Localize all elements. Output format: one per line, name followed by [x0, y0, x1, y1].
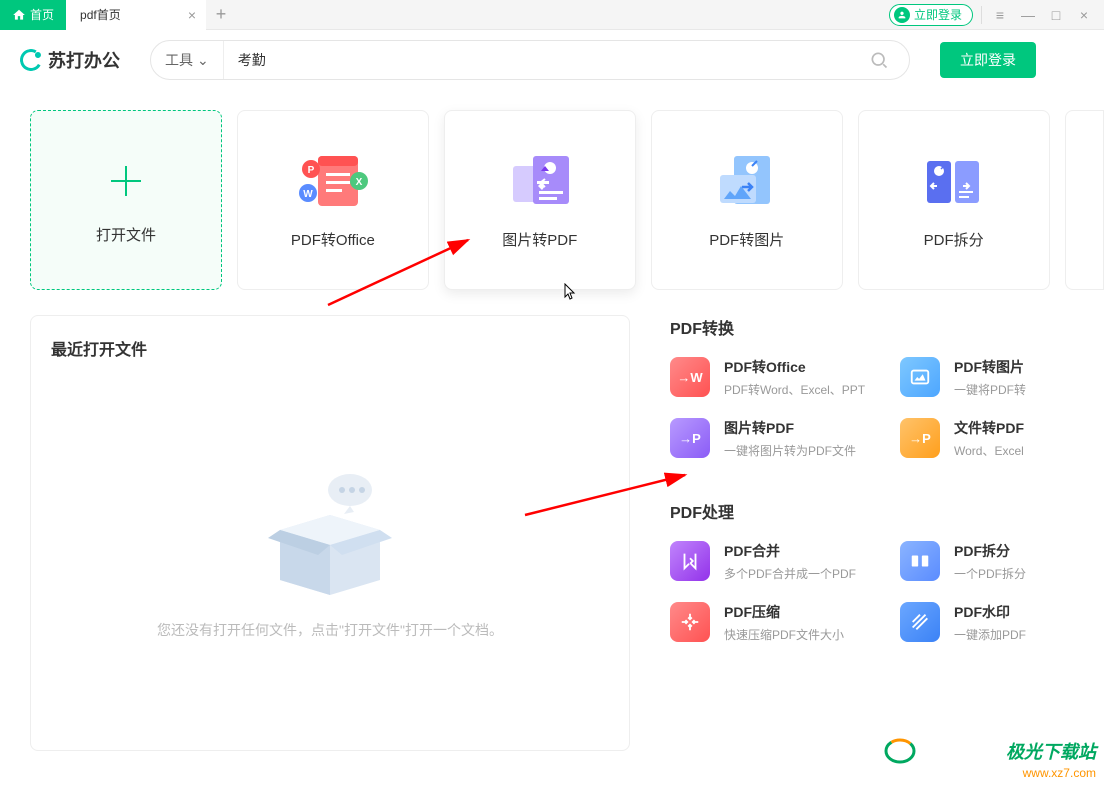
item-pdf-split[interactable]: PDF拆分一个PDF拆分 — [900, 541, 1090, 582]
card-label: 打开文件 — [96, 224, 156, 245]
item-desc: 一键将图片转为PDF文件 — [724, 442, 856, 459]
pdf-img-icon — [712, 151, 782, 211]
item-pdf-compress[interactable]: PDF压缩快速压缩PDF文件大小 — [670, 602, 860, 643]
svg-text:P: P — [308, 165, 315, 176]
item-title: PDF合并 — [724, 541, 856, 561]
recent-files-panel: 最近打开文件 您还没有打开任何文件，点击"打开文件"打开一个文档。 — [30, 315, 630, 751]
search-input[interactable] — [224, 52, 849, 68]
login-button[interactable]: 立即登录 — [940, 42, 1036, 78]
home-tab-label: 首页 — [30, 6, 54, 23]
item-desc: 多个PDF合并成一个PDF — [724, 565, 856, 582]
item-desc: 一键将PDF转 — [954, 381, 1026, 398]
tab-pdf-home[interactable]: pdf首页 × — [66, 0, 206, 30]
home-tab[interactable]: 首页 — [0, 0, 66, 30]
item-pdf-to-office[interactable]: →W PDF转OfficePDF转Word、Excel、PPT — [670, 357, 860, 398]
empty-text: 您还没有打开任何文件，点击"打开文件"打开一个文档。 — [157, 620, 503, 640]
image-icon — [900, 357, 940, 397]
card-label: PDF转图片 — [709, 229, 784, 250]
home-icon — [12, 8, 26, 22]
pdf-split-card[interactable]: PDF拆分 — [858, 110, 1050, 290]
add-tab-button[interactable]: + — [206, 0, 236, 30]
item-pdf-to-image[interactable]: PDF转图片一键将PDF转 — [900, 357, 1090, 398]
item-title: PDF转图片 — [954, 357, 1026, 377]
card-label: PDF拆分 — [924, 229, 984, 250]
next-card-partial[interactable] — [1065, 110, 1104, 290]
close-window-icon[interactable]: × — [1074, 5, 1094, 25]
item-file-to-pdf[interactable]: →P 文件转PDF Word、Excel — [900, 418, 1090, 459]
item-desc: 一键添加PDF — [954, 626, 1026, 643]
search-icon — [869, 50, 889, 70]
pdf-split-icon — [919, 151, 989, 211]
item-desc: PDF转Word、Excel、PPT — [724, 381, 865, 398]
login-pill[interactable]: 立即登录 — [889, 4, 973, 26]
watermark-url: www.xz7.com — [882, 766, 1096, 780]
logo-text: 苏打办公 — [48, 47, 120, 73]
empty-box-icon — [250, 460, 410, 600]
minimize-icon[interactable]: — — [1018, 5, 1038, 25]
item-title: 文件转PDF — [954, 418, 1024, 438]
section-convert-title: PDF转换 — [670, 315, 1104, 339]
item-pdf-watermark[interactable]: PDF水印一键添加PDF — [900, 602, 1090, 643]
section-process-title: PDF处理 — [670, 499, 1104, 523]
search-box: 工具 ⌄ — [150, 40, 910, 80]
watermark-icon — [900, 602, 940, 642]
svg-text:X: X — [356, 177, 363, 188]
plus-icon — [101, 156, 151, 206]
item-pdf-merge[interactable]: PDF合并多个PDF合并成一个PDF — [670, 541, 860, 582]
annotation-arrow-1 — [323, 230, 483, 310]
close-icon[interactable]: × — [188, 7, 196, 23]
item-desc: Word、Excel — [954, 442, 1024, 459]
item-title: PDF水印 — [954, 602, 1026, 622]
watermark-name: 极光下载站 — [1006, 742, 1096, 762]
pdf-file-icon: →P — [900, 418, 940, 458]
login-pill-label: 立即登录 — [914, 6, 962, 23]
item-title: PDF转Office — [724, 357, 865, 377]
img-pdf-icon — [505, 151, 575, 211]
item-title: PDF拆分 — [954, 541, 1026, 561]
watermark: 极光下载站 www.xz7.com — [882, 736, 1096, 780]
item-title: PDF压缩 — [724, 602, 844, 622]
user-icon — [894, 7, 910, 23]
divider — [981, 6, 982, 24]
card-label: 图片转PDF — [502, 229, 577, 250]
item-title: 图片转PDF — [724, 418, 856, 438]
split-icon — [900, 541, 940, 581]
merge-icon — [670, 541, 710, 581]
chevron-down-icon: ⌄ — [197, 52, 209, 69]
menu-icon[interactable]: ≡ — [990, 5, 1010, 25]
logo-icon — [18, 47, 45, 74]
annotation-arrow-2 — [520, 430, 700, 520]
maximize-icon[interactable]: □ — [1046, 5, 1066, 25]
item-desc: 快速压缩PDF文件大小 — [724, 626, 844, 643]
tool-label: 工具 — [165, 50, 193, 70]
svg-text:W: W — [303, 189, 313, 200]
cursor-pointer-icon — [560, 283, 578, 305]
pdf-to-image-card[interactable]: PDF转图片 — [651, 110, 843, 290]
open-file-card[interactable]: 打开文件 — [30, 110, 222, 290]
tab-label: pdf首页 — [80, 6, 121, 23]
item-desc: 一个PDF拆分 — [954, 565, 1026, 582]
pdf-office-icon: P W X — [298, 151, 368, 211]
word-icon: →W — [670, 357, 710, 397]
search-button[interactable] — [849, 40, 909, 80]
tool-selector[interactable]: 工具 ⌄ — [151, 41, 224, 79]
compress-icon — [670, 602, 710, 642]
recent-title: 最近打开文件 — [51, 336, 609, 360]
app-logo: 苏打办公 — [20, 47, 120, 73]
